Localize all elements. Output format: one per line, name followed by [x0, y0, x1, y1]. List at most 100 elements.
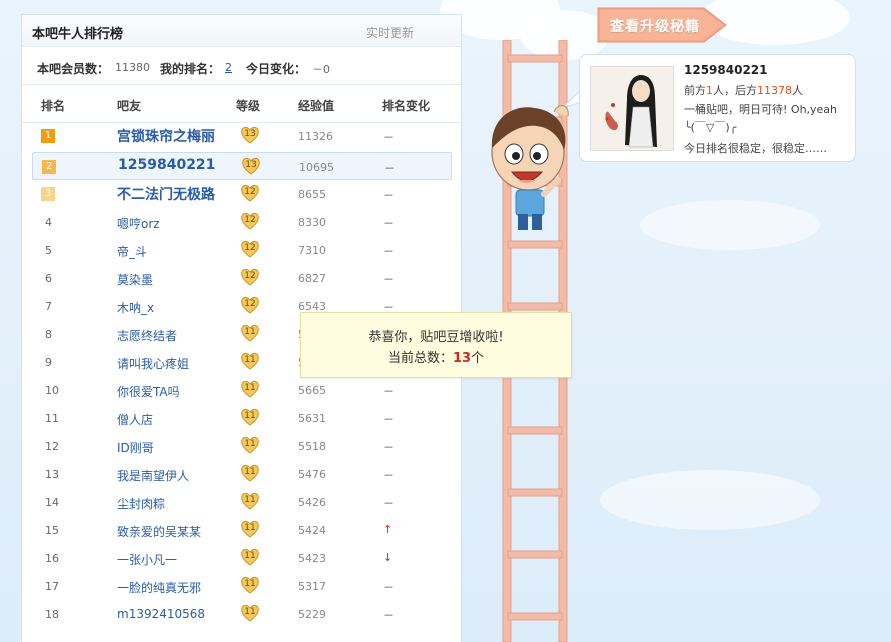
card-status: 今日排名很稳定，很稳定……	[684, 142, 827, 155]
heart-level-badge-icon: 12	[240, 183, 260, 203]
table-row: 18 m1392410568 11 5229 －	[32, 600, 452, 628]
table-row: 4 嗯哼orz 12 8330 －	[32, 208, 452, 236]
level-number: 11	[244, 467, 256, 477]
user-name-link[interactable]: 帝_斗	[117, 243, 147, 260]
level-number: 11	[244, 579, 256, 589]
members-label: 本吧会员数：	[37, 62, 110, 76]
user-name-link[interactable]: 我是南望伊人	[117, 467, 189, 484]
rank-number: 14	[45, 496, 59, 509]
rank-number: 18	[45, 608, 59, 621]
rank-number: 17	[45, 580, 59, 593]
user-name-link[interactable]: 木呐_x	[117, 299, 154, 316]
user-name-link[interactable]: 一张小凡一	[117, 551, 177, 568]
ladder-rung	[507, 612, 563, 621]
ranking-summary: 本吧会员数： 11380 我的排名： 2 今日变化： －0	[22, 47, 461, 85]
heart-level-badge-icon: 11	[240, 547, 260, 567]
level-number: 11	[244, 355, 256, 365]
rank-change: －	[383, 131, 394, 144]
rank-change: －	[383, 413, 394, 426]
level-number: 13	[244, 129, 256, 139]
exp-value: 5476	[298, 468, 326, 481]
rank-number: 4	[45, 216, 52, 229]
level-number: 12	[244, 187, 256, 197]
rank-number: 16	[45, 552, 59, 565]
table-row-me: 2 1259840221 13 10695 －	[32, 152, 452, 180]
user-name-link[interactable]: 志愿终结者	[117, 327, 177, 344]
level-number: 11	[244, 411, 256, 421]
level-number: 11	[244, 383, 256, 393]
ladder-rung	[507, 550, 563, 559]
upgrade-label: 查看升级秘籍	[610, 19, 700, 35]
exp-value: 11326	[298, 130, 333, 143]
exp-value: 5426	[298, 496, 326, 509]
user-name-link[interactable]: 一脸的纯真无邪	[117, 579, 201, 596]
exp-value: 8655	[298, 188, 326, 201]
rank-change: －	[383, 273, 394, 286]
rank-change: －	[383, 609, 394, 622]
bean-reward-toast: 恭喜你，贴吧豆增收啦! 当前总数：13个	[300, 312, 572, 378]
rank-badge: 1	[41, 129, 55, 143]
rank-number: 10	[45, 384, 59, 397]
heart-level-badge-icon: 11	[240, 491, 260, 511]
user-name-link[interactable]: 宫锁珠帘之梅丽	[117, 126, 215, 146]
arrow-up-icon: ↑	[383, 523, 393, 536]
exp-value: 5518	[298, 440, 326, 453]
my-rank-label: 我的排名：	[160, 62, 221, 76]
user-name-link[interactable]: 不二法门无极路	[117, 184, 215, 204]
user-name-link[interactable]: 你很爱TA吗	[117, 383, 180, 400]
rank-change: －	[383, 581, 394, 594]
table-row: 3 不二法门无极路 12 8655 －	[32, 180, 452, 208]
members-value: 11380	[115, 61, 150, 74]
exp-value: 8330	[298, 216, 326, 229]
user-name-link[interactable]: 僧人店	[117, 411, 153, 428]
rank-change: －	[383, 189, 394, 202]
heart-level-badge-icon: 11	[240, 323, 260, 343]
col-rank: 排名	[41, 99, 66, 113]
user-avatar[interactable]	[590, 66, 674, 151]
ladder-rung	[507, 54, 563, 63]
rank-change: －	[384, 162, 395, 175]
ahead-suffix: 人，后方	[713, 84, 757, 97]
today-change-label: 今日变化：	[246, 62, 307, 76]
level-number: 13	[245, 160, 257, 170]
rank-number: 12	[45, 440, 59, 453]
user-name-link[interactable]: 致亲爱的吴某某	[117, 523, 201, 540]
my-rank-link[interactable]: 2	[225, 61, 232, 74]
exp-value: 5317	[298, 580, 326, 593]
rank-number: 13	[45, 468, 59, 481]
table-row: 6 莫染墨 12 6827 －	[32, 264, 452, 292]
heart-level-badge-icon: 11	[240, 435, 260, 455]
rank-number: 5	[45, 244, 52, 257]
exp-value: 5665	[298, 384, 326, 397]
exp-value: 5423	[298, 552, 326, 565]
user-name-link[interactable]: 请叫我心疼姐	[117, 355, 189, 372]
level-number: 12	[244, 299, 256, 309]
toast-total-label: 当前总数：	[387, 351, 453, 366]
heart-level-badge-icon: 13	[241, 156, 261, 176]
cloud-decoration	[600, 470, 820, 530]
level-number: 12	[244, 243, 256, 253]
card-username[interactable]: 1259840221	[684, 63, 768, 77]
table-row: 15 致亲爱的吴某某 11 5424 ↑	[32, 516, 452, 544]
user-name-link[interactable]: 尘封肉粽	[117, 495, 165, 512]
user-name-link[interactable]: 莫染墨	[117, 271, 153, 288]
rank-change: －	[383, 217, 394, 230]
table-row: 13 我是南望伊人 11 5476 －	[32, 460, 452, 488]
behind-suffix: 人	[792, 84, 803, 97]
exp-value: 5424	[298, 524, 326, 537]
user-name-link[interactable]: ID刚哥	[117, 439, 154, 456]
level-number: 12	[244, 215, 256, 225]
table-row: 16 一张小凡一 11 5423 ↓	[32, 544, 452, 572]
rank-number: 15	[45, 524, 59, 537]
user-name-link[interactable]: 嗯哼orz	[117, 215, 160, 232]
heart-level-badge-icon: 11	[240, 407, 260, 427]
today-change-value: －0	[312, 63, 330, 76]
upgrade-tips-button[interactable]: 查看升级秘籍	[596, 4, 728, 46]
level-number: 11	[244, 523, 256, 533]
cloud-decoration	[640, 200, 820, 250]
col-exp: 经验值	[298, 99, 335, 113]
table-row: 10 你很爱TA吗 11 5665 －	[32, 376, 452, 404]
user-name-link[interactable]: 1259840221	[118, 157, 215, 173]
user-name-link[interactable]: m1392410568	[117, 607, 205, 621]
heart-level-badge-icon: 11	[240, 575, 260, 595]
